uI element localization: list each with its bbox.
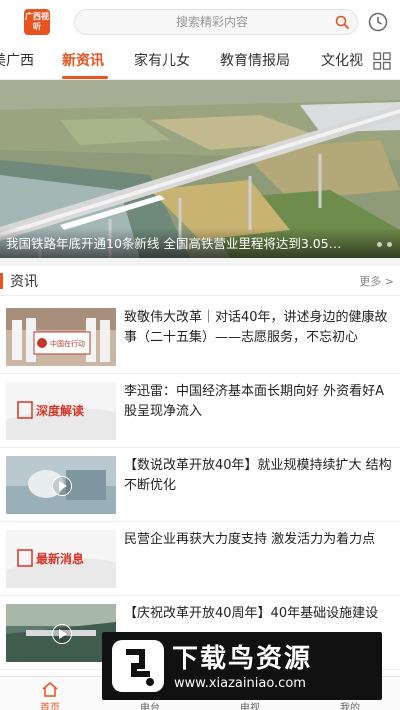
search-bar[interactable]: [74, 9, 358, 35]
news-thumbnail: 最新消息: [6, 530, 116, 588]
app-logo-text: 广西视听: [25, 12, 49, 31]
nav-profile-label: 我的: [340, 703, 360, 710]
app-logo[interactable]: 广西视听: [24, 9, 50, 35]
news-title: 【数说改革开放40年】就业规模持续扩大 结构不断优化: [124, 458, 392, 493]
thumbnail-banner-text: 深度解读: [36, 403, 84, 418]
news-thumbnail: [6, 456, 116, 514]
watermark-logo: [112, 640, 164, 692]
nav-home[interactable]: 首页: [0, 677, 100, 710]
carousel-dot[interactable]: [377, 242, 382, 247]
search-input[interactable]: [87, 10, 337, 34]
section-separator: [0, 258, 400, 266]
tab-education[interactable]: 教育情报局: [220, 50, 290, 70]
history-clock-icon[interactable]: [368, 12, 388, 32]
nav-tv-label: 电视: [240, 703, 260, 710]
nav-radio-label: 电台: [140, 703, 160, 710]
news-title: 李迅雷：中国经济基本面长期向好 外资看好A股呈现净流入: [124, 384, 385, 419]
active-tab-indicator: [62, 76, 108, 79]
news-item[interactable]: 【数说改革开放40年】就业规模持续扩大 结构不断优化: [0, 448, 400, 522]
channel-grid-button[interactable]: [364, 44, 400, 79]
news-item[interactable]: 中国在行动 致敬伟大改革｜对话40年，讲述身边的健康故事（二十五集）——志愿服务…: [0, 300, 400, 374]
news-thumbnail: 深度解读: [6, 382, 116, 440]
tab-culture[interactable]: 文化视: [321, 50, 363, 70]
watermark-url: www.xiazainiao.com: [174, 676, 306, 691]
tab-guangxi[interactable]: 美广西: [0, 50, 34, 70]
grid-icon: [373, 52, 391, 70]
news-thumbnail: [6, 604, 116, 662]
more-link[interactable]: 更多 >: [359, 273, 394, 289]
watermark-title: 下载鸟资源: [172, 644, 313, 674]
section-title: 资讯: [10, 274, 38, 290]
watermark-overlay: 下载鸟资源 www.xiazainiao.com: [102, 632, 382, 700]
nav-home-label: 首页: [40, 703, 60, 710]
carousel-dot[interactable]: [387, 242, 392, 247]
search-icon[interactable]: [335, 15, 349, 29]
thumbnail-banner-text: 最新消息: [36, 551, 84, 566]
news-thumbnail: 中国在行动: [6, 308, 116, 366]
news-title: 【庆祝改革开放40周年】40年基础设施建设: [124, 606, 379, 621]
play-icon[interactable]: [52, 476, 72, 496]
news-title: 民营企业再获大力度支持 激发活力为着力点: [124, 532, 376, 547]
news-section-header: 资讯 更多 >: [0, 266, 400, 296]
channel-tabs: 美广西 新资讯 家有儿女 教育情报局 文化视: [0, 44, 400, 80]
tab-family[interactable]: 家有儿女: [134, 50, 190, 70]
section-accent-bar: [0, 273, 3, 289]
banner-caption: 我国铁路年底开通10条新线 全国高铁营业里程将达到3.05…: [6, 236, 342, 251]
tab-news[interactable]: 新资讯: [62, 50, 104, 70]
play-icon[interactable]: [52, 624, 72, 644]
news-item[interactable]: 最新消息 民营企业再获大力度支持 激发活力为着力点: [0, 522, 400, 596]
banner-carousel[interactable]: 我国铁路年底开通10条新线 全国高铁营业里程将达到3.05…: [0, 80, 400, 258]
news-title: 致敬伟大改革｜对话40年，讲述身边的健康故事（二十五集）——志愿服务，不忘初心: [124, 310, 388, 345]
app-header: 广西视听: [0, 0, 400, 44]
news-item[interactable]: 深度解读 李迅雷：中国经济基本面长期向好 外资看好A股呈现净流入: [0, 374, 400, 448]
home-icon: [42, 682, 58, 697]
thumbnail-banner-text: 中国在行动: [50, 339, 85, 348]
